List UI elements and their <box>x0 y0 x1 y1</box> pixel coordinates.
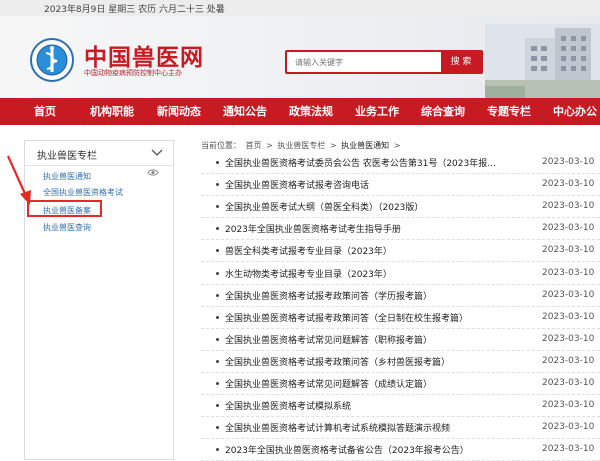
list-item-title[interactable]: 水生动物类考试报考专业目录（2023年） <box>225 267 392 280</box>
list-item[interactable]: 2023年全国执业兽医资格考试备省公告（2023年报考公告） 2023-03-10 <box>201 439 600 461</box>
list-item[interactable]: 全国执业兽医资格考试委员会公告 农医考公告第31号（2023年报... 2023-… <box>201 152 600 174</box>
list-item[interactable]: 水生动物类考试报考专业目录（2023年） 2023-03-10 <box>201 263 600 285</box>
list-item-date: 2023-03-10 <box>542 333 595 344</box>
list-item-date: 2023-03-10 <box>542 311 595 322</box>
list-item-title[interactable]: 全国执业兽医资格考试委员会公告 农医考公告第31号（2023年报... <box>225 156 496 169</box>
bullet-icon <box>216 448 219 452</box>
nav-functions[interactable]: 机构职能 <box>90 98 134 125</box>
breadcrumb: 当前位置： 首页 > 执业兽医专栏 > 执业兽医通知 > <box>201 140 402 151</box>
search-box: 搜 索 <box>285 50 483 74</box>
list-item-date: 2023-03-10 <box>542 179 595 190</box>
chevron-down-icon[interactable] <box>151 147 163 157</box>
nav-business[interactable]: 业务工作 <box>355 98 399 125</box>
nav-news[interactable]: 新闻动态 <box>157 98 201 125</box>
main-nav: 首页 机构职能 新闻动态 通知公告 政策法规 业务工作 综合查询 专题专栏 中心… <box>0 98 600 125</box>
nav-topics[interactable]: 专题专栏 <box>487 98 531 125</box>
list-item-date: 2023-03-10 <box>542 157 595 167</box>
list-item[interactable]: 全国执业兽医资格考试常见问题解答（成绩认定篇） 2023-03-10 <box>201 373 600 395</box>
list-item-title[interactable]: 2023年全国执业兽医资格考试备省公告（2023年报考公告） <box>225 443 469 456</box>
sidebar-item-notices[interactable]: 执业兽医通知 <box>43 171 91 182</box>
list-item-title[interactable]: 兽医全科类考试报考专业目录（2023年） <box>225 244 392 257</box>
breadcrumb-separator: > <box>329 141 337 150</box>
breadcrumb-label: 当前位置： <box>201 141 241 150</box>
article-list: 全国执业兽医资格考试委员会公告 农医考公告第31号（2023年报... 2023-… <box>201 152 600 461</box>
bullet-icon <box>216 205 219 209</box>
building-illustration <box>485 24 600 98</box>
bullet-icon <box>216 426 219 430</box>
list-item-title[interactable]: 全国执业兽医资格考试报考政策问答（全日制在校生报考篇） <box>225 311 468 324</box>
list-item-title[interactable]: 全国执业兽医考试大纲（兽医全科类）（2023版） <box>225 200 423 213</box>
nav-query[interactable]: 综合查询 <box>421 98 465 125</box>
red-arrow-icon <box>6 155 31 205</box>
breadcrumb-home[interactable]: 首页 <box>246 141 262 150</box>
list-item[interactable]: 兽医全科类考试报考专业目录（2023年） 2023-03-10 <box>201 240 600 263</box>
list-item-date: 2023-03-10 <box>542 422 595 433</box>
emblem-logo-icon[interactable] <box>30 38 74 82</box>
bullet-icon <box>216 249 219 253</box>
bullet-icon <box>216 315 219 319</box>
list-item-date: 2023-03-10 <box>542 201 595 212</box>
sidebar-item-exam[interactable]: 全国执业兽医资格考试 <box>43 187 123 198</box>
list-item-title[interactable]: 全国执业兽医资格考试报考咨询电话 <box>225 178 369 191</box>
current-date: 2023年8月9日 星期三 农历 六月二十三 处暑 <box>44 5 225 15</box>
nav-policies[interactable]: 政策法规 <box>289 98 333 125</box>
list-item[interactable]: 全国执业兽医资格考试报考咨询电话 2023-03-10 <box>201 174 600 197</box>
bullet-icon <box>216 293 219 297</box>
bullet-icon <box>216 161 219 164</box>
list-item-date: 2023-03-10 <box>542 245 595 256</box>
list-item-title[interactable]: 全国执业兽医资格考试计算机考试系统模拟答题演示视频 <box>225 421 450 434</box>
bullet-icon <box>216 337 219 341</box>
list-item-date: 2023-03-10 <box>542 355 595 366</box>
site-subtitle: 中国动物疫病预防控制中心主办 <box>84 69 182 77</box>
bullet-icon <box>216 227 219 231</box>
breadcrumb-separator: > <box>266 141 273 150</box>
site-header: 中国兽医网 中国动物疫病预防控制中心主办 搜 索 <box>0 16 600 98</box>
list-item-date: 2023-03-10 <box>542 444 595 455</box>
list-item-title[interactable]: 全国执业兽医资格考试报考政策问答（学历报考篇） <box>225 289 432 302</box>
bullet-icon <box>216 382 219 385</box>
breadcrumb-separator: > <box>393 141 401 150</box>
search-input[interactable] <box>287 52 437 72</box>
list-item-title[interactable]: 全国执业兽医资格考试常见问题解答（成绩认定篇） <box>225 377 432 390</box>
breadcrumb-current[interactable]: 执业兽医通知 <box>341 141 389 150</box>
bullet-icon <box>216 404 219 408</box>
list-item-title[interactable]: 全国执业兽医资格考试报考政策问答（乡村兽医报考篇） <box>225 355 450 368</box>
sidebar-item-lookup[interactable]: 执业兽医查询 <box>43 222 91 233</box>
list-item-title[interactable]: 全国执业兽医资格考试模拟系统 <box>225 399 351 412</box>
list-item-title[interactable]: 全国执业兽医资格考试常见问题解答（职称报考篇） <box>225 333 432 346</box>
list-item[interactable]: 全国执业兽医资格考试报考政策问答（学历报考篇） 2023-03-10 <box>201 285 600 307</box>
list-item-date: 2023-03-10 <box>542 289 595 300</box>
list-item-title[interactable]: 2023年全国执业兽医资格考试考生指导手册 <box>225 222 401 235</box>
list-item-date: 2023-03-10 <box>542 378 595 388</box>
eye-icon <box>147 169 159 176</box>
list-item[interactable]: 全国执业兽医考试大纲（兽医全科类）（2023版） 2023-03-10 <box>201 196 600 219</box>
list-item[interactable]: 全国执业兽医资格考试计算机考试系统模拟答题演示视频 2023-03-10 <box>201 417 600 440</box>
list-item[interactable]: 2023年全国执业兽医资格考试考生指导手册 2023-03-10 <box>201 218 600 241</box>
site-title[interactable]: 中国兽医网 <box>84 38 204 72</box>
list-item-date: 2023-03-10 <box>542 267 595 278</box>
search-button[interactable]: 搜 索 <box>441 52 481 72</box>
nav-office[interactable]: 中心办公 <box>553 98 597 125</box>
nav-notices[interactable]: 通知公告 <box>223 98 267 125</box>
list-item[interactable]: 全国执业兽医资格考试报考政策问答（全日制在校生报考篇） 2023-03-10 <box>201 307 600 329</box>
breadcrumb-column[interactable]: 执业兽医专栏 <box>277 141 325 150</box>
nav-home[interactable]: 首页 <box>34 98 56 125</box>
top-bar: 2023年8月9日 星期三 农历 六月二十三 处暑 <box>0 0 600 16</box>
bullet-icon <box>216 271 219 275</box>
bullet-icon <box>216 183 219 187</box>
bullet-icon <box>216 359 219 363</box>
list-item[interactable]: 全国执业兽医资格考试模拟系统 2023-03-10 <box>201 395 600 418</box>
list-item[interactable]: 全国执业兽医资格考试报考政策问答（乡村兽医报考篇） 2023-03-10 <box>201 351 600 373</box>
list-item-date: 2023-03-10 <box>542 400 595 411</box>
list-item-date: 2023-03-10 <box>542 223 595 234</box>
list-item[interactable]: 全国执业兽医资格考试常见问题解答（职称报考篇） 2023-03-10 <box>201 329 600 351</box>
